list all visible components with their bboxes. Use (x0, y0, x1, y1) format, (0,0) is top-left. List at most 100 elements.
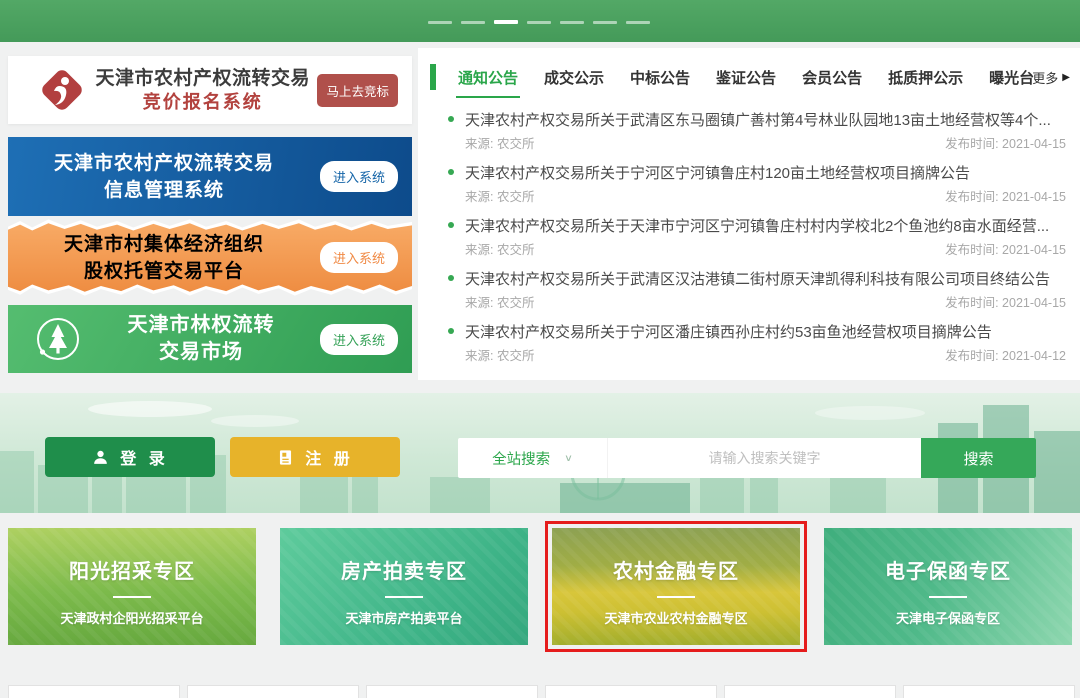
announcement-link[interactable]: 天津农村产权交易所关于宁河区潘庄镇西孙庄村约53亩鱼池经营权项目摘牌公告 (448, 318, 1066, 344)
carousel-dash-active[interactable] (494, 20, 518, 24)
zone-subtitle: 天津市房产拍卖平台 (345, 608, 462, 627)
carousel-dash[interactable] (593, 21, 617, 24)
announcement-link[interactable]: 天津农村产权交易所关于宁河区宁河镇鲁庄村120亩土地经营权项目摘牌公告 (448, 159, 1066, 185)
announcement-source: 来源: 农交所 (465, 239, 534, 258)
quick-link-cell[interactable] (545, 685, 717, 698)
zone-sunshine-procurement[interactable]: 阳光招采专区 天津政村企阳光招采平台 (8, 528, 256, 645)
announcement-tabs: 通知公告 成交公示 中标公告 鉴证公告 会员公告 抵质押公示 曝光台 (458, 62, 990, 92)
tree-icon (34, 315, 82, 363)
bidding-system-title: 天津市农村产权流转交易 竞价报名系统 (88, 67, 317, 113)
announcement-source: 来源: 农交所 (465, 133, 534, 152)
login-button[interactable]: 登 录 (45, 437, 215, 477)
more-link[interactable]: 更多 ▶ (1032, 68, 1070, 87)
equity-platform-banner[interactable]: 天津市村集体经济组织 股权托管交易平台 进入系统 (8, 221, 412, 294)
search-input[interactable] (608, 438, 921, 478)
zone-title: 电子保函专区 (885, 555, 1011, 584)
announcements-panel: 通知公告 成交公示 中标公告 鉴证公告 会员公告 抵质押公示 曝光台 更多 ▶ … (418, 48, 1080, 380)
list-item: 天津农村产权交易所关于宁河区宁河镇鲁庄村120亩土地经营权项目摘牌公告 来源: … (448, 159, 1066, 212)
announcement-meta: 来源: 农交所 发布时间: 2021-04-15 (448, 132, 1066, 152)
carousel-indicators (428, 21, 650, 24)
zone-subtitle: 天津政村企阳光招采平台 (60, 608, 203, 627)
site-subtitle: 竞价报名系统 (88, 91, 317, 114)
announcement-title: 天津农村产权交易所关于武清区汉沽港镇二街村原天津凯得利科技有限公司项目终结公告 (465, 268, 1050, 289)
carousel-banner (0, 0, 1080, 42)
announcement-link[interactable]: 天津农村产权交易所关于天津市宁河区宁河镇鲁庄村村内学校北2个鱼池约8亩水面经营.… (448, 212, 1066, 238)
bullet-icon (448, 328, 454, 334)
carousel-dash[interactable] (527, 21, 551, 24)
tab-deal-publicity[interactable]: 成交公示 (544, 67, 604, 88)
bullet-icon (448, 116, 454, 122)
zone-title: 农村金融专区 (613, 555, 739, 584)
banner-line2: 股权托管交易平台 (8, 258, 320, 285)
carousel-dash[interactable] (560, 21, 584, 24)
enter-system-button[interactable]: 进入系统 (320, 324, 398, 355)
zone-rural-finance[interactable]: 农村金融专区 天津市农业农村金融专区 (552, 528, 800, 645)
quick-link-cell[interactable] (8, 685, 180, 698)
zone-divider (929, 596, 967, 598)
search-scope-select[interactable]: 全站搜索 ∨ (458, 438, 608, 478)
announcement-title: 天津农村产权交易所关于天津市宁河区宁河镇鲁庄村村内学校北2个鱼池约8亩水面经营.… (465, 215, 1049, 236)
tabs-accent-bar (430, 64, 436, 90)
zone-property-auction[interactable]: 房产拍卖专区 天津市房产拍卖平台 (280, 528, 528, 645)
list-item: 天津农村产权交易所关于武清区汉沽港镇二街村原天津凯得利科技有限公司项目终结公告 … (448, 265, 1066, 318)
bullet-icon (448, 275, 454, 281)
announcement-title: 天津农村产权交易所关于宁河区宁河镇鲁庄村120亩土地经营权项目摘牌公告 (465, 162, 970, 183)
homepage: 天津市农村产权流转交易 竞价报名系统 马上去竞标 天津市农村产权流转交易 信息管… (0, 0, 1080, 698)
quick-link-cell[interactable] (187, 685, 359, 698)
announcement-meta: 来源: 农交所 发布时间: 2021-04-15 (448, 185, 1066, 205)
register-label: 注 册 (305, 445, 353, 469)
zone-divider (113, 596, 151, 598)
search-band: 登 录 注 册 全站搜索 ∨ 搜索 (0, 393, 1080, 513)
zone-electronic-guarantee[interactable]: 电子保函专区 天津电子保函专区 (824, 528, 1072, 645)
announcement-link[interactable]: 天津农村产权交易所关于武清区汉沽港镇二街村原天津凯得利科技有限公司项目终结公告 (448, 265, 1066, 291)
forest-rights-banner[interactable]: 天津市林权流转 交易市场 进入系统 (8, 305, 412, 373)
equity-platform-banner-face: 天津市村集体经济组织 股权托管交易平台 进入系统 (8, 221, 412, 294)
go-bid-button[interactable]: 马上去竞标 (317, 74, 398, 107)
equity-platform-banner-text: 天津市村集体经济组织 股权托管交易平台 (8, 231, 320, 285)
enter-system-button[interactable]: 进入系统 (320, 161, 398, 192)
site-title: 天津市农村产权流转交易 (88, 67, 317, 91)
zone-title: 房产拍卖专区 (341, 555, 467, 584)
zone-subtitle: 天津电子保函专区 (896, 608, 1000, 627)
carousel-dash[interactable] (626, 21, 650, 24)
announcement-source: 来源: 农交所 (465, 292, 534, 311)
announcement-time: 发布时间: 2021-04-15 (945, 186, 1066, 205)
quick-link-cell[interactable] (903, 685, 1075, 698)
tab-member[interactable]: 会员公告 (802, 67, 862, 88)
info-management-banner[interactable]: 天津市农村产权流转交易 信息管理系统 进入系统 (8, 137, 412, 216)
quick-link-cell[interactable] (366, 685, 538, 698)
list-item: 天津农村产权交易所关于天津市宁河区宁河镇鲁庄村村内学校北2个鱼池约8亩水面经营.… (448, 212, 1066, 265)
announcement-time: 发布时间: 2021-04-15 (945, 133, 1066, 152)
carousel-dash[interactable] (428, 21, 452, 24)
id-card-icon (276, 448, 295, 467)
announcement-source: 来源: 农交所 (465, 186, 534, 205)
zone-subtitle: 天津市农业农村金融专区 (604, 608, 747, 627)
site-logo-icon (36, 64, 88, 116)
announcement-meta: 来源: 农交所 发布时间: 2021-04-15 (448, 238, 1066, 258)
list-item: 天津农村产权交易所关于宁河区潘庄镇西孙庄村约53亩鱼池经营权项目摘牌公告 来源:… (448, 318, 1066, 371)
register-button[interactable]: 注 册 (230, 437, 400, 477)
announcement-meta: 来源: 农交所 发布时间: 2021-04-12 (448, 344, 1066, 364)
tab-pledge[interactable]: 抵质押公示 (888, 67, 963, 88)
enter-system-button[interactable]: 进入系统 (320, 242, 398, 273)
info-management-banner-text: 天津市农村产权流转交易 信息管理系统 (8, 150, 320, 204)
quick-link-cell[interactable] (724, 685, 896, 698)
banner-line2: 交易市场 (82, 339, 320, 366)
more-arrow-icon: ▶ (1062, 72, 1070, 83)
tab-winning-bid[interactable]: 中标公告 (630, 67, 690, 88)
zone-divider (385, 596, 423, 598)
search-button[interactable]: 搜索 (921, 438, 1036, 478)
tab-exposure[interactable]: 曝光台 (989, 67, 1034, 88)
announcement-title: 天津农村产权交易所关于武清区东马圈镇广善村第4号林业队园地13亩土地经营权等4个… (465, 109, 1051, 130)
announcement-time: 发布时间: 2021-04-15 (945, 239, 1066, 258)
search-bar: 全站搜索 ∨ 搜索 (458, 438, 1036, 478)
banner-line1: 天津市农村产权流转交易 (8, 150, 320, 177)
search-scope-label: 全站搜索 (492, 448, 550, 469)
banner-line1: 天津市林权流转 (82, 312, 320, 339)
tab-attestation[interactable]: 鉴证公告 (716, 67, 776, 88)
announcement-link[interactable]: 天津农村产权交易所关于武清区东马圈镇广善村第4号林业队园地13亩土地经营权等4个… (448, 106, 1066, 132)
carousel-dash[interactable] (461, 21, 485, 24)
more-label: 更多 (1032, 68, 1058, 87)
tab-notice[interactable]: 通知公告 (458, 67, 518, 88)
banner-line1: 天津市村集体经济组织 (8, 231, 320, 258)
